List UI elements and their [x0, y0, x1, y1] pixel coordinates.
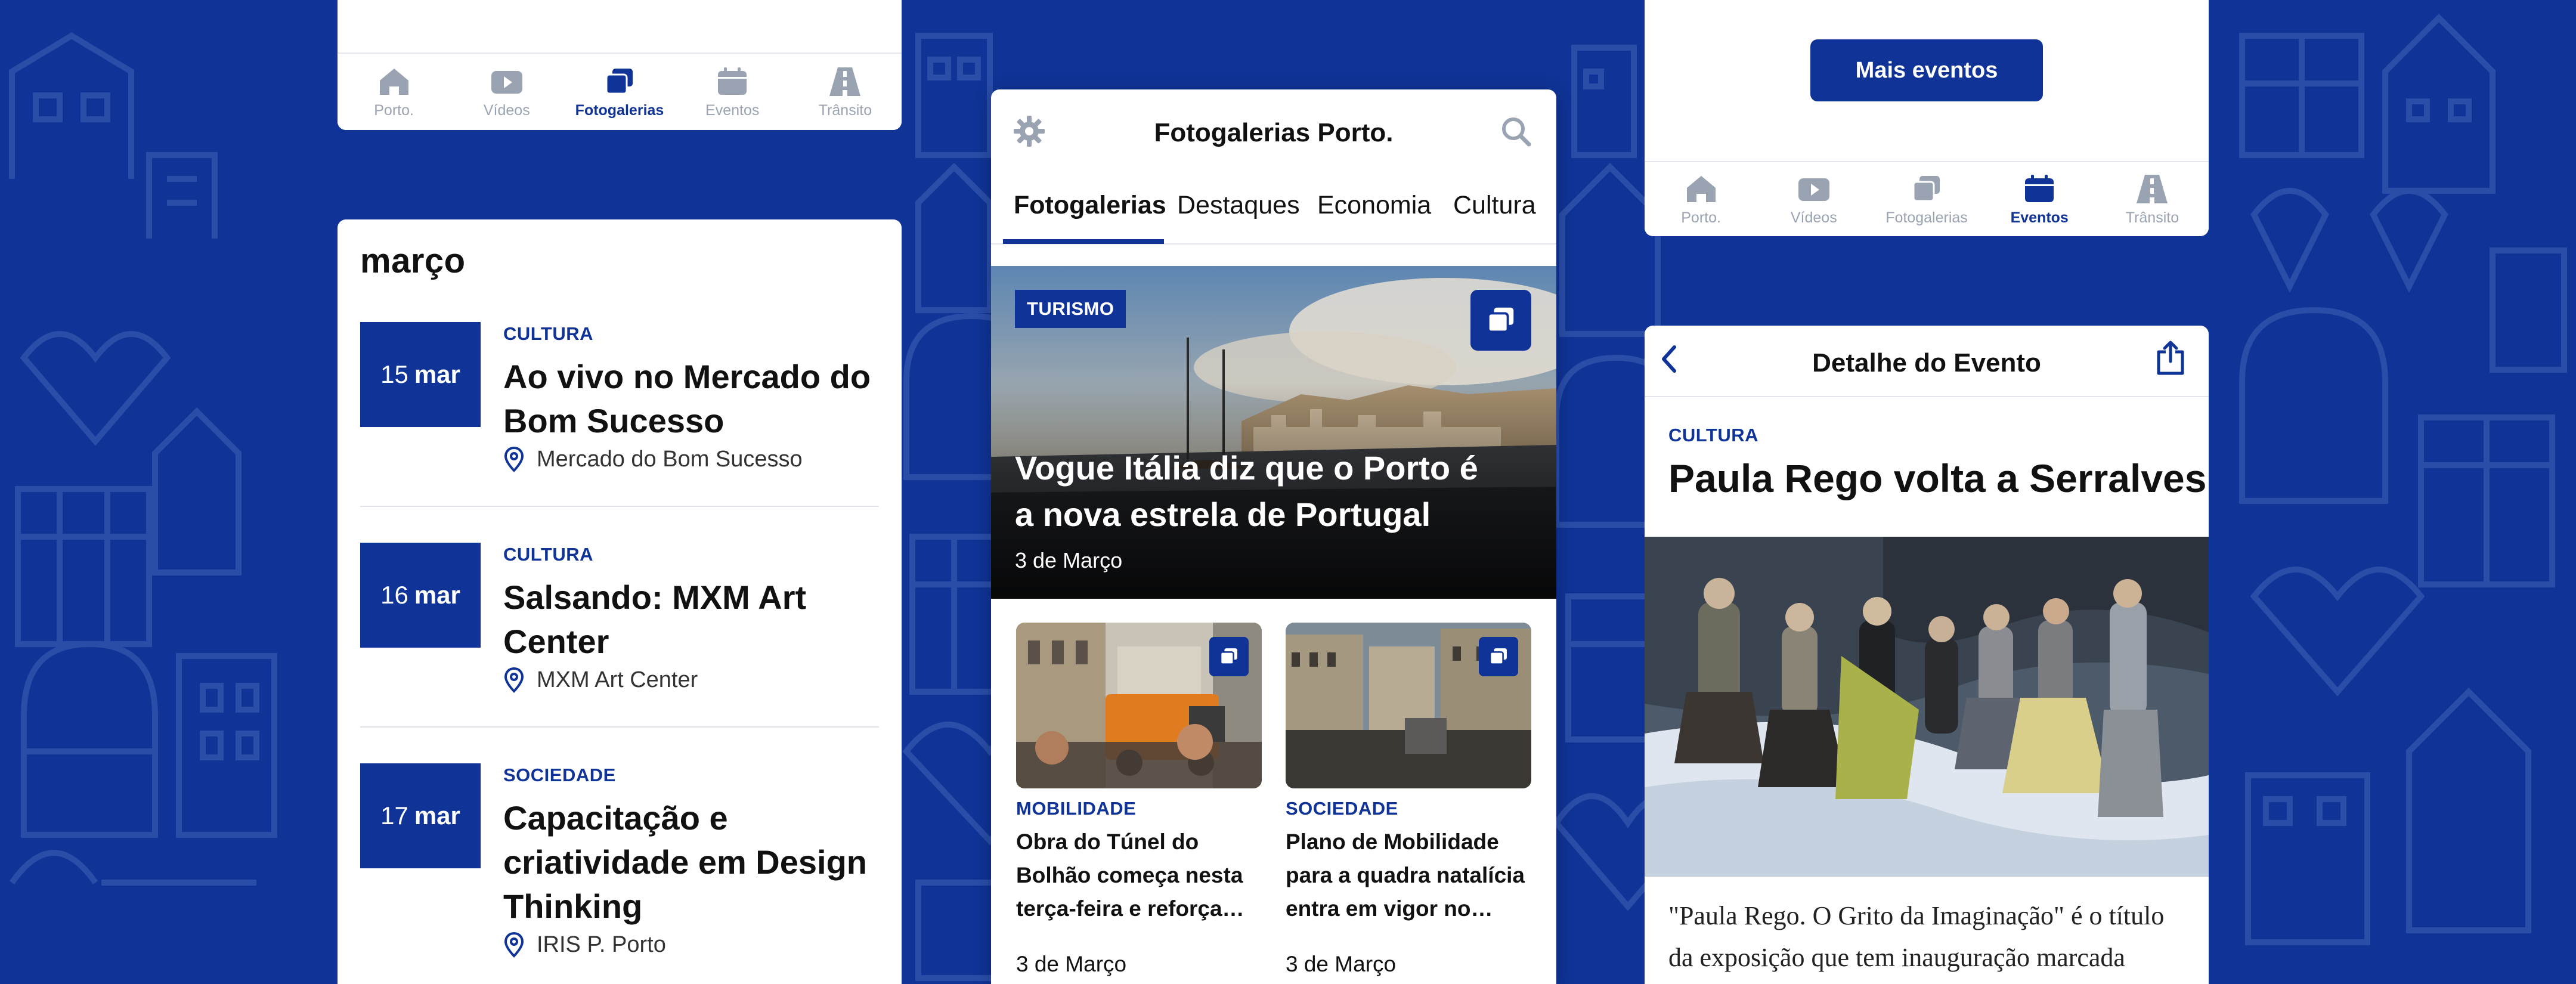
card-date: 3 de Março — [1016, 952, 1127, 976]
nav-label: Trânsito — [818, 101, 872, 119]
hero-gallery-card[interactable]: TURISMO Vogue Itália diz que o Porto é a… — [991, 266, 1556, 599]
bottom-nav: Porto. Vídeos Fotogalerias Eventos Trâns… — [338, 52, 902, 130]
event-category: CULTURA — [503, 323, 594, 344]
event-title: Ao vivo no Mercado do Bom Sucesso — [503, 358, 871, 440]
category-badge: TURISMO — [1015, 290, 1126, 328]
card-category: SOCIEDADE — [1286, 798, 1398, 819]
nav-label: Vídeos — [1790, 209, 1837, 226]
gallery-badge — [1470, 290, 1531, 351]
video-play-icon — [491, 70, 522, 94]
event-date-box: 17 mar — [360, 763, 481, 868]
event-date-box: 15 mar — [360, 322, 481, 427]
gallery-icon — [1487, 307, 1514, 333]
event-item[interactable]: 17 mar SOCIEDADE Capacitação e criativida… — [360, 763, 879, 984]
search-icon[interactable] — [1499, 115, 1532, 148]
nav-label: Porto. — [374, 101, 414, 119]
event-title: Salsando: MXM Art Center — [503, 578, 807, 660]
hero-title: Vogue Itália diz que o Porto é a nova es… — [1015, 449, 1478, 533]
events-list-panel: março 15 mar CULTURA Ao vivo no Mercado d… — [338, 219, 902, 984]
event-category: CULTURA — [503, 544, 594, 565]
event-description: "Paula Rego. O Grito da Imaginação" é o … — [1668, 901, 2165, 972]
gallery-badge — [1209, 637, 1249, 676]
gallery-icon — [1219, 648, 1237, 665]
event-location-text: MXM Art Center — [537, 667, 698, 692]
video-play-icon — [1798, 178, 1829, 201]
page-title: Detalhe do Evento — [1812, 348, 2041, 377]
tab-economia[interactable]: Economia — [1317, 191, 1431, 220]
category-tabs: Fotogalerias Destaques Economia Cultura — [991, 178, 1556, 245]
share-icon[interactable] — [2154, 340, 2187, 376]
tab-cultura[interactable]: Cultura — [1453, 191, 1536, 220]
calendar-icon — [718, 67, 747, 95]
event-item[interactable]: 15 mar CULTURA Ao vivo no Mercado do Bom … — [360, 322, 879, 501]
nav-porto[interactable]: Porto. — [1645, 162, 1757, 236]
nav-transito[interactable]: Trânsito — [789, 54, 902, 130]
gallery-badge — [1479, 637, 1518, 676]
tab-fotogalerias[interactable]: Fotogalerias — [1014, 191, 1166, 220]
gallery-icon — [1489, 648, 1507, 665]
more-events-button[interactable]: Mais eventos — [1810, 39, 2043, 101]
nav-transito[interactable]: Trânsito — [2096, 162, 2209, 236]
nav-videos[interactable]: Vídeos — [1757, 162, 1870, 236]
event-location: IRIS P. Porto — [503, 932, 666, 958]
event-category: CULTURA — [1668, 425, 1759, 445]
month-heading: março — [360, 242, 466, 280]
location-pin-icon — [504, 667, 524, 693]
event-category: SOCIEDADE — [503, 765, 616, 785]
divider — [360, 506, 879, 507]
calendar-icon — [2025, 174, 2054, 202]
nav-eventos[interactable]: Eventos — [1983, 162, 2096, 236]
nav-label: Porto. — [1681, 209, 1721, 226]
active-tab-indicator — [1003, 239, 1164, 244]
gallery-card[interactable]: MOBILIDADE Obra do Túnel do Bolhão começ… — [1016, 623, 1267, 984]
gallery-icon — [605, 68, 633, 94]
event-item[interactable]: 16 mar CULTURA Salsando: MXM Art Center M… — [360, 543, 879, 722]
home-icon — [379, 68, 408, 95]
nav-fotogalerias[interactable]: Fotogalerias — [563, 54, 676, 130]
gallery-card[interactable]: SOCIEDADE Plano de Mobilidade para a qua… — [1286, 623, 1536, 984]
bottom-nav: Porto. Vídeos Fotogalerias Eventos Trâns… — [1645, 161, 2209, 236]
nav-eventos[interactable]: Eventos — [676, 54, 789, 130]
tab-destaques[interactable]: Destaques — [1177, 191, 1300, 220]
home-icon — [1686, 175, 1716, 202]
painting-image — [1645, 537, 2209, 877]
nav-label: Eventos — [2010, 209, 2069, 226]
page-title: Fotogalerias Porto. — [1154, 118, 1394, 147]
event-date-box: 16 mar — [360, 543, 481, 648]
card-date: 3 de Março — [1286, 952, 1397, 976]
divider — [360, 726, 879, 728]
card-title: Plano de Mobilidade para a quadra natalí… — [1286, 830, 1525, 921]
nav-label: Eventos — [705, 101, 760, 119]
event-location: MXM Art Center — [503, 667, 698, 693]
event-location: Mercado do Bom Sucesso — [503, 446, 803, 472]
road-icon — [2137, 174, 2168, 203]
nav-videos[interactable]: Vídeos — [450, 54, 563, 130]
event-location-text: Mercado do Bom Sucesso — [537, 446, 803, 472]
nav-porto[interactable]: Porto. — [338, 54, 450, 130]
left-top-panel: Porto. Vídeos Fotogalerias Eventos Trâns… — [338, 0, 902, 130]
location-pin-icon — [504, 446, 524, 472]
nav-label: Fotogalerias — [575, 101, 664, 119]
hero-date: 3 de Março — [1015, 548, 1123, 573]
location-pin-icon — [504, 932, 524, 958]
event-location-text: IRIS P. Porto — [537, 932, 666, 957]
nav-fotogalerias[interactable]: Fotogalerias — [1870, 162, 1983, 236]
gallery-icon — [1912, 175, 1940, 202]
event-headline: Paula Rego volta a Serralves — [1668, 456, 2207, 500]
card-title: Obra do Túnel do Bolhão começa nesta ter… — [1016, 830, 1244, 921]
nav-label: Trânsito — [2125, 209, 2179, 226]
nav-label: Fotogalerias — [1885, 209, 1968, 226]
event-detail-panel: Detalhe do Evento CULTURA Paula Rego vol… — [1645, 326, 2209, 984]
event-title: Capacitação e criatividade em Design Thi… — [503, 799, 868, 925]
nav-label: Vídeos — [483, 101, 530, 119]
road-icon — [829, 67, 861, 96]
card-category: MOBILIDADE — [1016, 798, 1137, 819]
right-top-panel: Mais eventos Porto. Vídeos Fotogalerias … — [1645, 0, 2209, 236]
gallery-panel: Fotogalerias Porto. Fotogalerias Destaqu… — [991, 89, 1556, 984]
divider — [1645, 396, 2209, 397]
